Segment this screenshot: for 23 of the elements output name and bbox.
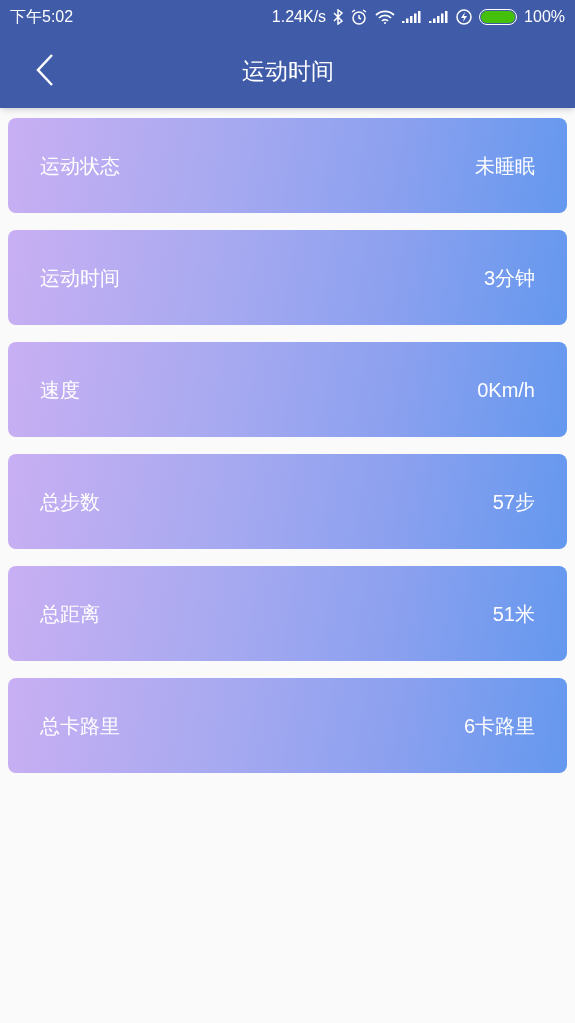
alarm-icon (350, 8, 369, 26)
stat-value: 51米 (492, 601, 535, 627)
stat-label: 运动状态 (40, 153, 120, 179)
stat-value: 6卡路里 (463, 713, 535, 739)
stat-label: 总卡路里 (40, 713, 120, 739)
back-icon (36, 53, 54, 87)
stat-label: 总步数 (40, 489, 100, 515)
signal-icon (402, 11, 423, 23)
page-title: 运动时间 (241, 56, 334, 86)
stat-value: 57步 (492, 489, 535, 515)
battery-percent: 100% (524, 7, 565, 27)
wifi-icon (375, 10, 396, 24)
signal-icon (429, 11, 450, 23)
bluetooth-icon (333, 9, 344, 25)
stat-value: 未睡眠 (475, 153, 535, 179)
network-speed: 1.24K/s (271, 7, 327, 27)
stat-label: 运动时间 (40, 265, 120, 291)
stat-value: 3分钟 (483, 265, 535, 291)
stat-value: 0Km/h (477, 377, 535, 403)
charging-icon (456, 9, 473, 25)
stat-label: 总距离 (40, 601, 100, 627)
status-time: 下午5:02 (10, 7, 74, 27)
stat-label: 速度 (40, 377, 80, 403)
